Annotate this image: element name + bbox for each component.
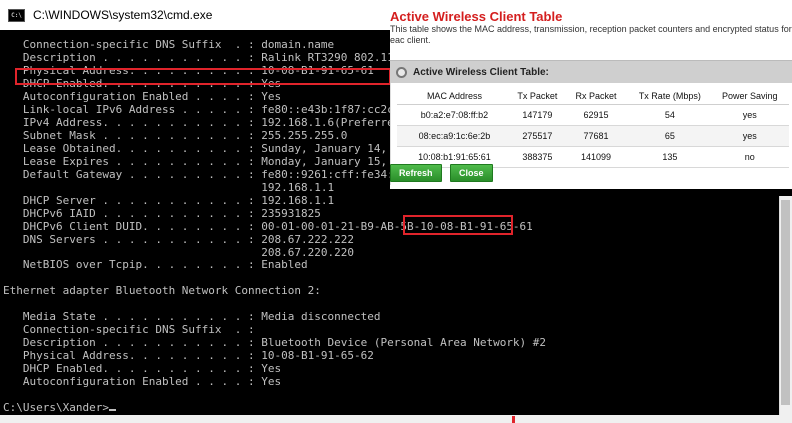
console-line: Connection-specific DNS Suffix . : (3, 323, 255, 337)
scrollbar-thumb[interactable] (781, 200, 790, 405)
column-header: Rx Packet (562, 87, 630, 105)
console-line: 208.67.220.220 (3, 245, 354, 259)
panel-header: Active Wireless Client Table: (390, 60, 792, 83)
bottom-marker (512, 416, 515, 423)
console-line: NetBIOS over Tcpip. . . . . . . . : Enab… (3, 258, 308, 272)
tx-rate-cell: 65 (629, 125, 711, 147)
tx-rate-cell: 135 (629, 146, 711, 168)
power-saving-cell: no (710, 146, 789, 168)
page-title: Active Wireless Client Table (390, 9, 563, 24)
console-line: Description . . . . . . . . . . . : Blue… (3, 336, 547, 350)
rx-packet-cell: 62915 (562, 104, 630, 126)
tx-packet-cell: 147179 (511, 104, 563, 126)
column-header: Power Saving (710, 87, 789, 105)
rx-packet-cell: 141099 (562, 146, 630, 168)
gear-icon (396, 66, 407, 78)
page-description: This table shows the MAC address, transm… (390, 24, 792, 45)
console-line: C:\Users\Xander> (3, 401, 546, 414)
mac-cell: b0:a2:e7:08:ff:b2 (397, 104, 512, 126)
console-line: Physical Address. . . . . . . . . : 10-0… (3, 349, 374, 363)
tx-packet-cell: 275517 (511, 125, 563, 147)
column-header: Tx Rate (Mbps) (629, 87, 711, 105)
close-button[interactable]: Close (450, 164, 493, 182)
rx-packet-cell: 77681 (562, 125, 630, 147)
column-header: MAC Address (397, 87, 512, 105)
console-line: Ethernet adapter Bluetooth Network Conne… (3, 284, 321, 298)
mac-cell: 08:ec:a9:1c:6e:2b (397, 125, 512, 147)
table-row: 08:ec:a9:1c:6e:2b 275517 77681 65 yes (397, 125, 789, 147)
refresh-button[interactable]: Refresh (390, 164, 442, 182)
cmd-icon: C:\ (8, 8, 25, 22)
console-line: Media State . . . . . . . . . . . : Medi… (3, 310, 381, 324)
console-line: DHCP Enabled. . . . . . . . . . . : Yes (3, 362, 282, 376)
router-client-table-window: Active Wireless Client Table This table … (390, 7, 792, 235)
panel-title: Active Wireless Client Table: (413, 66, 549, 78)
table-row: b0:a2:e7:08:ff:b2 147179 62915 54 yes (397, 104, 789, 126)
tx-rate-cell: 54 (629, 104, 711, 126)
physical-address-highlight (15, 68, 391, 85)
horizontal-scrollbar[interactable] (0, 415, 792, 423)
console-line: DHCP Server . . . . . . . . . . . : 192.… (3, 193, 335, 207)
client-table: MAC Address Tx Packet Rx Packet Tx Rate … (397, 87, 789, 168)
mac-address-highlight (403, 215, 513, 235)
table-header-row: MAC Address Tx Packet Rx Packet Tx Rate … (397, 87, 789, 105)
console-line: Autoconfiguration Enabled . . . . : Yes (3, 375, 282, 389)
cursor-icon (108, 409, 116, 412)
column-header: Tx Packet (511, 87, 563, 105)
power-saving-cell: yes (710, 104, 789, 126)
tx-packet-cell: 388375 (511, 146, 563, 168)
power-saving-cell: yes (710, 125, 789, 147)
cmd-window-title: C:\WINDOWS\system32\cmd.exe (33, 8, 213, 22)
